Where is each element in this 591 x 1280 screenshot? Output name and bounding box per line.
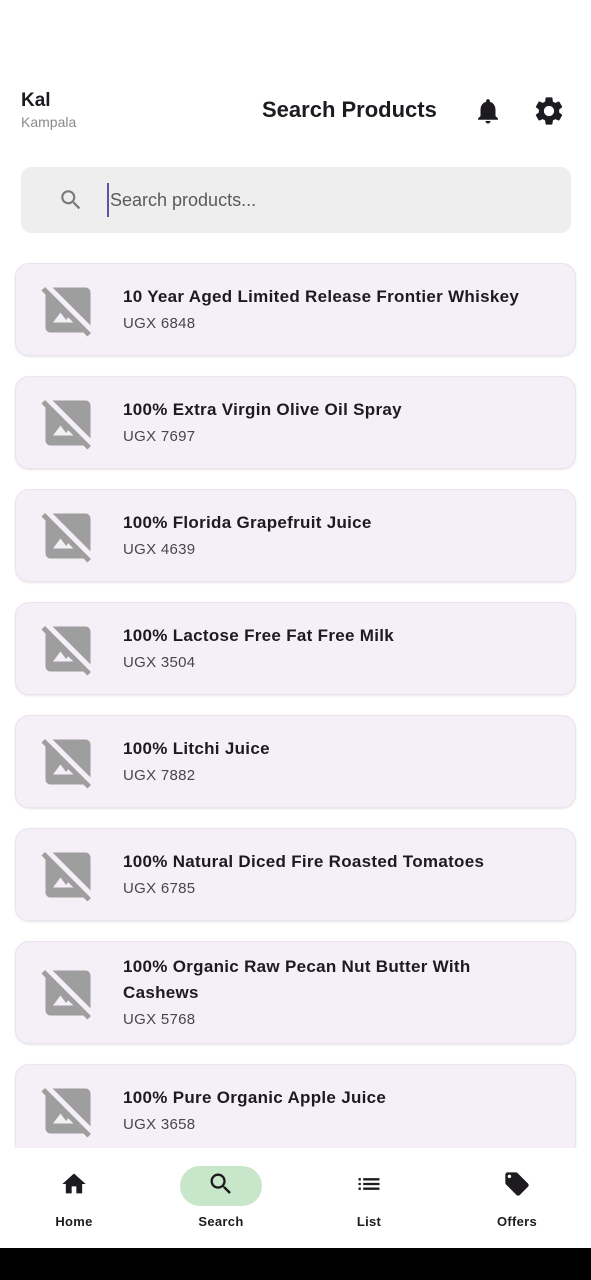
- product-card[interactable]: 100% Natural Diced Fire Roasted Tomatoes…: [15, 828, 576, 921]
- nav-list-label: List: [356, 1214, 382, 1229]
- product-info: 100% Extra Virgin Olive Oil Spray UGX 769…: [123, 385, 432, 460]
- image-not-supported-icon: [38, 845, 98, 905]
- product-card[interactable]: 100% Litchi Juice UGX 7882: [15, 715, 576, 808]
- product-price: UGX 7697: [123, 428, 196, 445]
- user-name: Kal: [21, 90, 51, 111]
- bottom-navigation: Home Search List Offers: [0, 1148, 591, 1248]
- nav-home-label: Home: [55, 1214, 93, 1229]
- product-price: UGX 5768: [123, 1011, 196, 1028]
- product-name: 100% Litchi Juice: [123, 739, 270, 758]
- search-icon: [207, 1170, 235, 1203]
- product-info: 100% Pure Organic Apple Juice UGX 3658: [123, 1073, 416, 1148]
- product-price: UGX 4639: [123, 541, 196, 558]
- product-name: 100% Natural Diced Fire Roasted Tomatoes: [123, 852, 485, 871]
- product-name: 10 Year Aged Limited Release Frontier Wh…: [123, 287, 520, 306]
- product-card[interactable]: 10 Year Aged Limited Release Frontier Wh…: [15, 263, 576, 356]
- product-card[interactable]: 100% Lactose Free Fat Free Milk UGX 3504: [15, 602, 576, 695]
- image-not-supported-icon: [38, 506, 98, 566]
- search-bar[interactable]: [21, 167, 571, 233]
- product-price: UGX 3504: [123, 654, 196, 671]
- product-card[interactable]: 100% Extra Virgin Olive Oil Spray UGX 769…: [15, 376, 576, 469]
- product-info: 100% Florida Grapefruit Juice UGX 4639: [123, 498, 402, 573]
- product-price: UGX 7882: [123, 767, 196, 784]
- nav-search-label: Search: [198, 1214, 244, 1229]
- product-price: UGX 6848: [123, 315, 196, 332]
- app-header: Kal Kampala Search Products: [0, 86, 591, 136]
- list-icon: [355, 1170, 383, 1203]
- product-card[interactable]: 100% Organic Raw Pecan Nut Butter With C…: [15, 941, 576, 1044]
- product-name: 100% Pure Organic Apple Juice: [123, 1088, 387, 1107]
- image-not-supported-icon: [38, 280, 98, 340]
- image-not-supported-icon: [38, 1081, 98, 1141]
- image-not-supported-icon: [38, 619, 98, 679]
- product-info: 100% Natural Diced Fire Roasted Tomatoes…: [123, 837, 514, 912]
- page-title: Search Products: [262, 97, 437, 122]
- product-list: 10 Year Aged Limited Release Frontier Wh…: [15, 263, 576, 1177]
- product-name: 100% Florida Grapefruit Juice: [123, 513, 372, 532]
- product-info: 10 Year Aged Limited Release Frontier Wh…: [123, 272, 549, 347]
- product-name: 100% Extra Virgin Olive Oil Spray: [123, 400, 402, 419]
- nav-home[interactable]: Home: [14, 1166, 134, 1236]
- product-info: 100% Organic Raw Pecan Nut Butter With C…: [123, 942, 575, 1043]
- image-not-supported-icon: [38, 963, 98, 1023]
- product-price: UGX 6785: [123, 880, 196, 897]
- nav-offers-label: Offers: [496, 1214, 538, 1229]
- user-info: Kal Kampala: [21, 90, 76, 131]
- home-icon: [60, 1170, 88, 1203]
- active-pill: [180, 1166, 262, 1206]
- nav-list[interactable]: List: [309, 1166, 429, 1236]
- product-name: 100% Organic Raw Pecan Nut Butter With C…: [123, 957, 471, 1002]
- image-not-supported-icon: [38, 732, 98, 792]
- product-card[interactable]: 100% Pure Organic Apple Juice UGX 3658: [15, 1064, 576, 1157]
- system-navigation-bar: [0, 1248, 591, 1280]
- product-info: 100% Lactose Free Fat Free Milk UGX 3504: [123, 611, 424, 686]
- image-not-supported-icon: [38, 393, 98, 453]
- nav-search[interactable]: Search: [161, 1166, 281, 1236]
- app-screen: Kal Kampala Search Products 10 Year Aged…: [0, 0, 591, 1280]
- product-card[interactable]: 100% Florida Grapefruit Juice UGX 4639: [15, 489, 576, 582]
- nav-offers[interactable]: Offers: [457, 1166, 577, 1236]
- search-input[interactable]: [107, 183, 547, 217]
- bell-icon[interactable]: [471, 94, 505, 128]
- gear-icon[interactable]: [532, 94, 566, 128]
- product-info: 100% Litchi Juice UGX 7882: [123, 724, 300, 799]
- product-name: 100% Lactose Free Fat Free Milk: [123, 626, 395, 645]
- search-icon: [58, 187, 84, 213]
- tag-icon: [503, 1170, 531, 1203]
- user-city: Kampala: [21, 114, 77, 130]
- product-price: UGX 3658: [123, 1116, 196, 1133]
